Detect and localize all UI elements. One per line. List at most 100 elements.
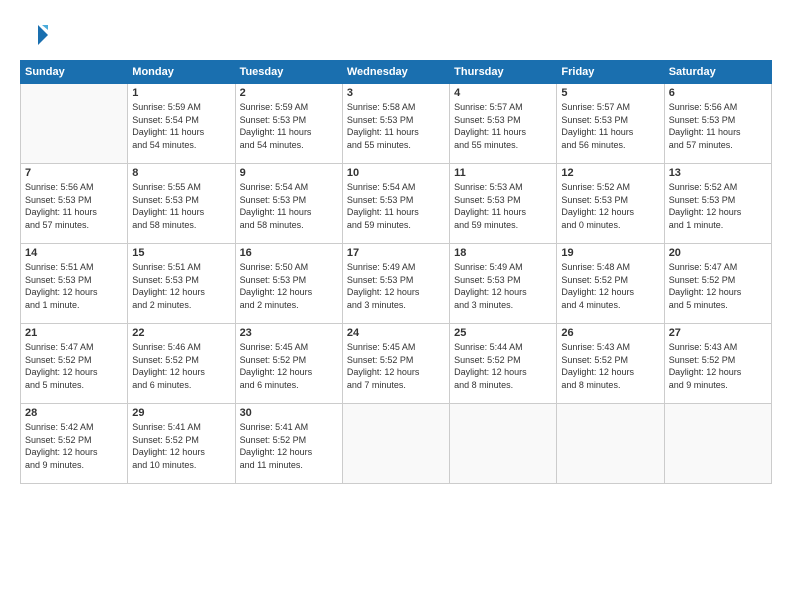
day-info: Sunrise: 5:48 AM Sunset: 5:52 PM Dayligh… <box>561 261 659 311</box>
calendar-cell: 4Sunrise: 5:57 AM Sunset: 5:53 PM Daylig… <box>450 84 557 164</box>
calendar-cell: 27Sunrise: 5:43 AM Sunset: 5:52 PM Dayli… <box>664 324 771 404</box>
day-number: 2 <box>240 87 338 99</box>
calendar-cell: 21 Sunrise: 5:47 AM Sunset: 5:52 PM Dayli… <box>21 324 128 404</box>
calendar-cell <box>342 404 449 484</box>
calendar-cell: 18Sunrise: 5:49 AM Sunset: 5:53 PM Dayli… <box>450 244 557 324</box>
day-number: 19 <box>561 247 659 259</box>
day-number: 6 <box>669 87 767 99</box>
calendar-cell <box>557 404 664 484</box>
day-header-friday: Friday <box>557 61 664 84</box>
calendar-week-row: 14Sunrise: 5:51 AM Sunset: 5:53 PM Dayli… <box>21 244 772 324</box>
day-info: Sunrise: 5:41 AM Sunset: 5:52 PM Dayligh… <box>132 421 230 471</box>
day-info: Sunrise: 5:45 AM Sunset: 5:52 PM Dayligh… <box>347 341 445 391</box>
calendar-cell: 5 Sunrise: 5:57 AM Sunset: 5:53 PM Daylig… <box>557 84 664 164</box>
day-info: Sunrise: 5:42 AM Sunset: 5:52 PM Dayligh… <box>25 421 123 471</box>
calendar-cell: 3 Sunrise: 5:58 AM Sunset: 5:53 PM Daylig… <box>342 84 449 164</box>
day-number: 17 <box>347 247 445 259</box>
calendar-week-row: 21 Sunrise: 5:47 AM Sunset: 5:52 PM Dayli… <box>21 324 772 404</box>
calendar-cell: 10 Sunrise: 5:54 AM Sunset: 5:53 PM Dayli… <box>342 164 449 244</box>
calendar-week-row: 1 Sunrise: 5:59 AM Sunset: 5:54 PM Daylig… <box>21 84 772 164</box>
day-number: 21 <box>25 327 123 339</box>
day-number: 27 <box>669 327 767 339</box>
calendar-cell: 6Sunrise: 5:56 AM Sunset: 5:53 PM Daylig… <box>664 84 771 164</box>
calendar-cell: 17 Sunrise: 5:49 AM Sunset: 5:53 PM Dayli… <box>342 244 449 324</box>
day-number: 4 <box>454 87 552 99</box>
day-info: Sunrise: 5:49 AM Sunset: 5:53 PM Dayligh… <box>347 261 445 311</box>
day-number: 22 <box>132 327 230 339</box>
day-number: 9 <box>240 167 338 179</box>
day-header-wednesday: Wednesday <box>342 61 449 84</box>
calendar-cell: 19 Sunrise: 5:48 AM Sunset: 5:52 PM Dayli… <box>557 244 664 324</box>
calendar-cell: 7 Sunrise: 5:56 AM Sunset: 5:53 PM Daylig… <box>21 164 128 244</box>
calendar-cell: 11Sunrise: 5:53 AM Sunset: 5:53 PM Dayli… <box>450 164 557 244</box>
day-number: 28 <box>25 407 123 419</box>
day-header-sunday: Sunday <box>21 61 128 84</box>
day-info: Sunrise: 5:46 AM Sunset: 5:52 PM Dayligh… <box>132 341 230 391</box>
day-info: Sunrise: 5:44 AM Sunset: 5:52 PM Dayligh… <box>454 341 552 391</box>
day-header-tuesday: Tuesday <box>235 61 342 84</box>
calendar-cell: 23 Sunrise: 5:45 AM Sunset: 5:52 PM Dayli… <box>235 324 342 404</box>
day-number: 10 <box>347 167 445 179</box>
calendar-week-row: 7 Sunrise: 5:56 AM Sunset: 5:53 PM Daylig… <box>21 164 772 244</box>
day-number: 23 <box>240 327 338 339</box>
day-info: Sunrise: 5:52 AM Sunset: 5:53 PM Dayligh… <box>669 181 767 231</box>
day-info: Sunrise: 5:56 AM Sunset: 5:53 PM Dayligh… <box>25 181 123 231</box>
day-number: 7 <box>25 167 123 179</box>
day-info: Sunrise: 5:45 AM Sunset: 5:52 PM Dayligh… <box>240 341 338 391</box>
day-number: 30 <box>240 407 338 419</box>
day-info: Sunrise: 5:58 AM Sunset: 5:53 PM Dayligh… <box>347 101 445 151</box>
day-number: 20 <box>669 247 767 259</box>
calendar-cell: 12 Sunrise: 5:52 AM Sunset: 5:53 PM Dayli… <box>557 164 664 244</box>
calendar-cell: 29 Sunrise: 5:41 AM Sunset: 5:52 PM Dayli… <box>128 404 235 484</box>
day-number: 29 <box>132 407 230 419</box>
day-info: Sunrise: 5:59 AM Sunset: 5:53 PM Dayligh… <box>240 101 338 151</box>
day-header-monday: Monday <box>128 61 235 84</box>
day-info: Sunrise: 5:43 AM Sunset: 5:52 PM Dayligh… <box>561 341 659 391</box>
day-number: 13 <box>669 167 767 179</box>
day-info: Sunrise: 5:52 AM Sunset: 5:53 PM Dayligh… <box>561 181 659 231</box>
calendar-cell <box>21 84 128 164</box>
logo <box>20 20 54 50</box>
day-info: Sunrise: 5:41 AM Sunset: 5:52 PM Dayligh… <box>240 421 338 471</box>
calendar-cell: 28 Sunrise: 5:42 AM Sunset: 5:52 PM Dayli… <box>21 404 128 484</box>
calendar-cell <box>450 404 557 484</box>
day-number: 12 <box>561 167 659 179</box>
day-number: 25 <box>454 327 552 339</box>
day-info: Sunrise: 5:54 AM Sunset: 5:53 PM Dayligh… <box>240 181 338 231</box>
calendar-cell: 2 Sunrise: 5:59 AM Sunset: 5:53 PM Daylig… <box>235 84 342 164</box>
calendar-cell: 20 Sunrise: 5:47 AM Sunset: 5:52 PM Dayli… <box>664 244 771 324</box>
calendar-cell: 1 Sunrise: 5:59 AM Sunset: 5:54 PM Daylig… <box>128 84 235 164</box>
day-info: Sunrise: 5:55 AM Sunset: 5:53 PM Dayligh… <box>132 181 230 231</box>
calendar-cell: 26 Sunrise: 5:43 AM Sunset: 5:52 PM Dayli… <box>557 324 664 404</box>
calendar-header-row: SundayMondayTuesdayWednesdayThursdayFrid… <box>21 61 772 84</box>
day-info: Sunrise: 5:50 AM Sunset: 5:53 PM Dayligh… <box>240 261 338 311</box>
day-number: 18 <box>454 247 552 259</box>
day-info: Sunrise: 5:57 AM Sunset: 5:53 PM Dayligh… <box>561 101 659 151</box>
day-number: 1 <box>132 87 230 99</box>
calendar-cell: 15 Sunrise: 5:51 AM Sunset: 5:53 PM Dayli… <box>128 244 235 324</box>
day-info: Sunrise: 5:47 AM Sunset: 5:52 PM Dayligh… <box>25 341 123 391</box>
calendar-cell: 30 Sunrise: 5:41 AM Sunset: 5:52 PM Dayli… <box>235 404 342 484</box>
day-number: 15 <box>132 247 230 259</box>
calendar-week-row: 28 Sunrise: 5:42 AM Sunset: 5:52 PM Dayli… <box>21 404 772 484</box>
day-number: 24 <box>347 327 445 339</box>
day-header-saturday: Saturday <box>664 61 771 84</box>
day-header-thursday: Thursday <box>450 61 557 84</box>
day-info: Sunrise: 5:51 AM Sunset: 5:53 PM Dayligh… <box>132 261 230 311</box>
calendar-cell: 13 Sunrise: 5:52 AM Sunset: 5:53 PM Dayli… <box>664 164 771 244</box>
day-number: 11 <box>454 167 552 179</box>
day-number: 16 <box>240 247 338 259</box>
calendar-cell: 25 Sunrise: 5:44 AM Sunset: 5:52 PM Dayli… <box>450 324 557 404</box>
day-number: 26 <box>561 327 659 339</box>
calendar-cell: 24 Sunrise: 5:45 AM Sunset: 5:52 PM Dayli… <box>342 324 449 404</box>
calendar: SundayMondayTuesdayWednesdayThursdayFrid… <box>20 60 772 484</box>
logo-icon <box>20 20 50 50</box>
day-number: 3 <box>347 87 445 99</box>
day-info: Sunrise: 5:59 AM Sunset: 5:54 PM Dayligh… <box>132 101 230 151</box>
day-info: Sunrise: 5:54 AM Sunset: 5:53 PM Dayligh… <box>347 181 445 231</box>
day-number: 5 <box>561 87 659 99</box>
calendar-cell: 9 Sunrise: 5:54 AM Sunset: 5:53 PM Daylig… <box>235 164 342 244</box>
page-header <box>20 20 772 50</box>
day-number: 8 <box>132 167 230 179</box>
day-info: Sunrise: 5:47 AM Sunset: 5:52 PM Dayligh… <box>669 261 767 311</box>
